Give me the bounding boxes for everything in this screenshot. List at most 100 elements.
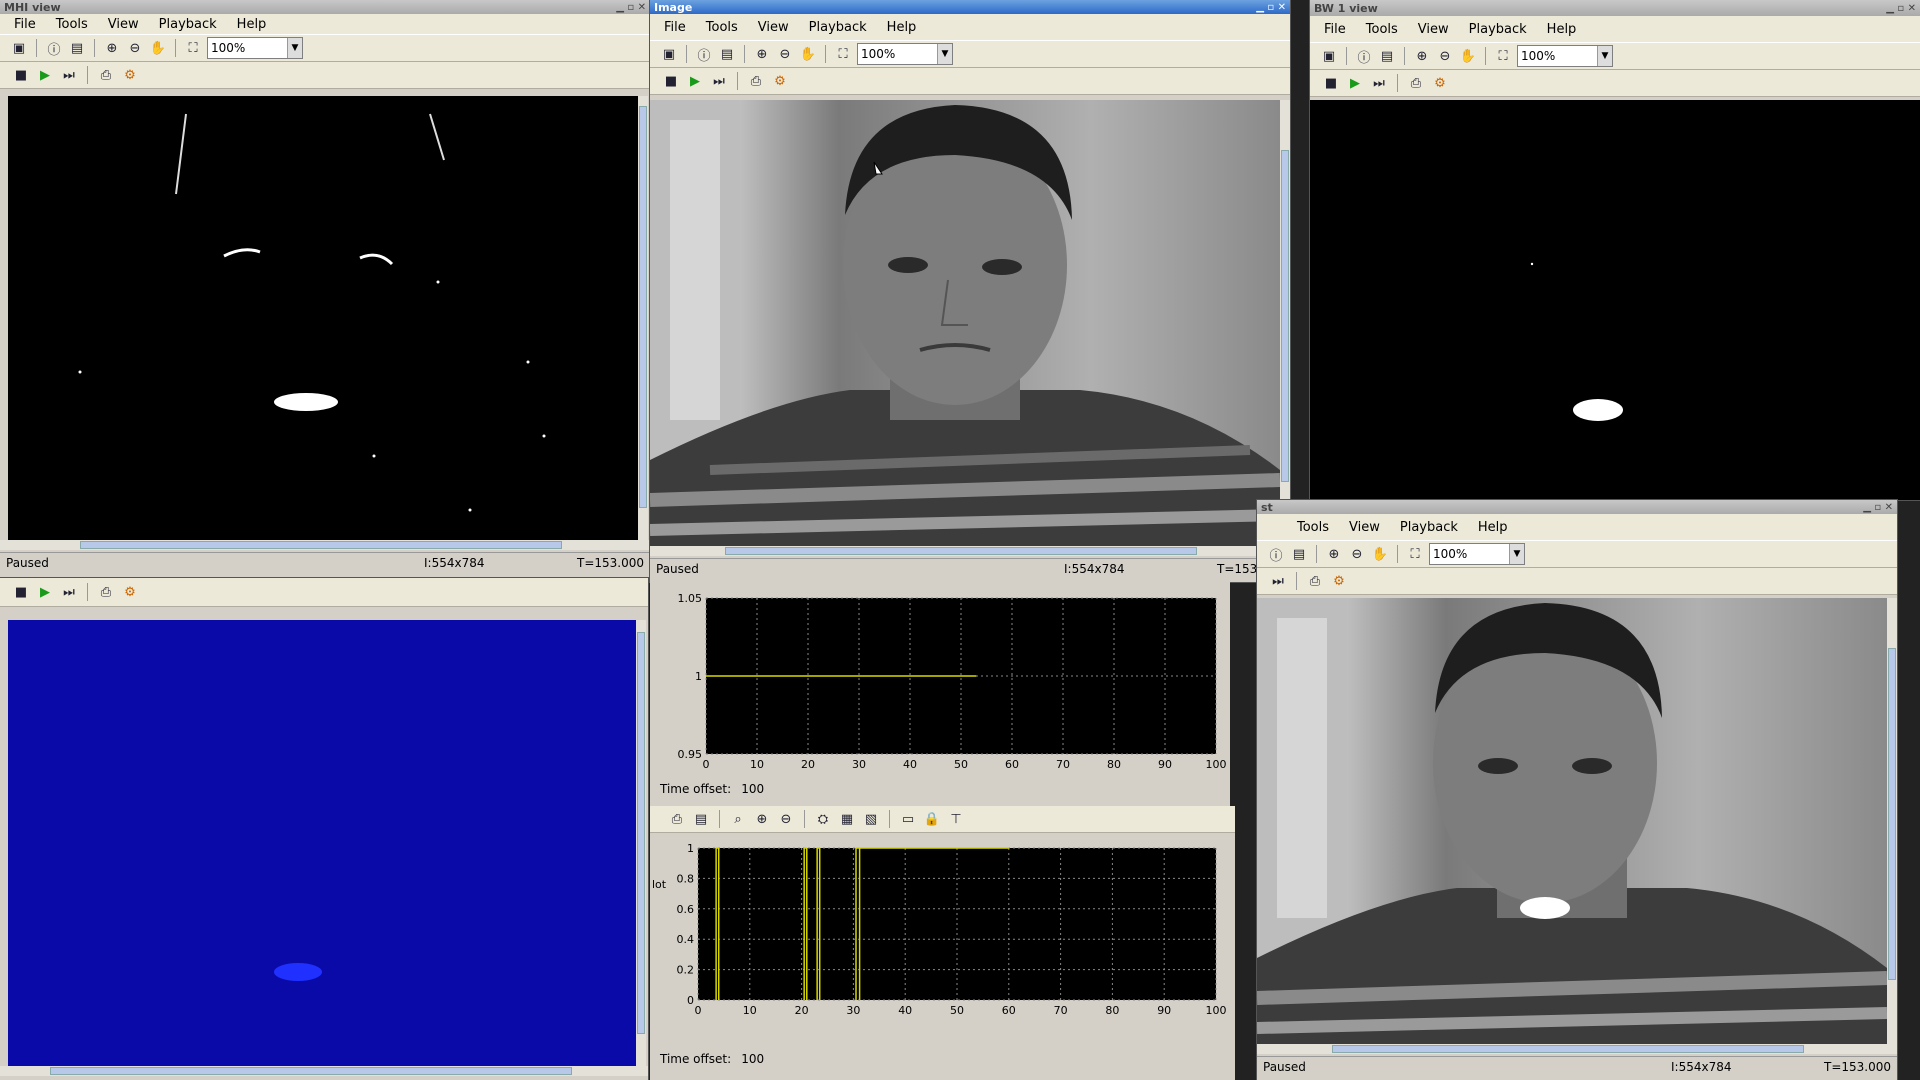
info-icon[interactable]: ⓘ bbox=[45, 39, 63, 58]
parameters-icon[interactable]: ▤ bbox=[692, 810, 710, 828]
info-icon[interactable]: ⓘ bbox=[1267, 545, 1285, 564]
st-horizontal-scrollbar[interactable] bbox=[1257, 1044, 1897, 1054]
window-controls[interactable]: ▁ ▫ ✕ bbox=[1886, 3, 1916, 14]
step-forward-icon[interactable]: ⏭ bbox=[60, 66, 78, 84]
chevron-down-icon[interactable]: ▼ bbox=[937, 44, 952, 64]
stop-icon[interactable]: ■ bbox=[662, 72, 680, 90]
menu-playback[interactable]: Playback bbox=[809, 20, 867, 35]
highlight-block-icon[interactable]: ⚙ bbox=[1330, 572, 1348, 590]
bw-titlebar[interactable]: BW 1 view ▁ ▫ ✕ bbox=[1310, 0, 1920, 16]
st-titlebar[interactable]: st ▁ ▫ ✕ bbox=[1257, 500, 1897, 514]
snapshot-icon[interactable]: ⎙ bbox=[97, 66, 115, 84]
pan-hand-icon[interactable]: ✋ bbox=[1371, 545, 1389, 563]
pan-hand-icon[interactable]: ✋ bbox=[149, 39, 167, 57]
fit-to-window-icon[interactable]: ⛶ bbox=[834, 45, 852, 63]
stop-icon[interactable]: ■ bbox=[12, 66, 30, 84]
pan-hand-icon[interactable]: ✋ bbox=[799, 45, 817, 63]
menu-help[interactable]: Help bbox=[1547, 22, 1577, 37]
fit-to-window-icon[interactable]: ⛶ bbox=[184, 39, 202, 57]
menu-tools[interactable]: Tools bbox=[706, 20, 738, 35]
play-icon[interactable]: ▶ bbox=[36, 66, 54, 84]
snapshot-icon[interactable]: ⎙ bbox=[1407, 74, 1425, 92]
stop-icon[interactable]: ■ bbox=[1322, 74, 1340, 92]
step-forward-icon[interactable]: ⏭ bbox=[60, 583, 78, 601]
menu-view[interactable]: View bbox=[108, 17, 139, 32]
zoom-in-icon[interactable]: ⊕ bbox=[1325, 545, 1343, 563]
step-forward-icon[interactable]: ⏭ bbox=[710, 72, 728, 90]
restore-axes-icon[interactable]: ▧ bbox=[862, 810, 880, 828]
menu-tools[interactable]: Tools bbox=[56, 17, 88, 32]
zoom-dropdown[interactable]: 100% ▼ bbox=[207, 37, 303, 59]
play-icon[interactable]: ▶ bbox=[1346, 74, 1364, 92]
highlight-block-icon[interactable]: ⚙ bbox=[121, 583, 139, 601]
window-controls[interactable]: ▁ ▫ ✕ bbox=[616, 2, 646, 13]
play-icon[interactable]: ▶ bbox=[36, 583, 54, 601]
zoom-in-icon[interactable]: ⊕ bbox=[753, 45, 771, 63]
window-controls[interactable]: ▁ ▫ ✕ bbox=[1863, 502, 1893, 513]
play-icon[interactable]: ▶ bbox=[686, 72, 704, 90]
step-forward-icon[interactable]: ⏭ bbox=[1370, 74, 1388, 92]
menu-view[interactable]: View bbox=[1418, 22, 1449, 37]
menu-help[interactable]: Help bbox=[237, 17, 267, 32]
zoom-x-icon[interactable]: ⊕ bbox=[753, 810, 771, 828]
menu-tools[interactable]: Tools bbox=[1366, 22, 1398, 37]
highlight-block-icon[interactable]: ⚙ bbox=[121, 66, 139, 84]
autoscale-binoculars-icon[interactable]: ⛭ bbox=[814, 810, 832, 828]
zoom-out-icon[interactable]: ⊖ bbox=[126, 39, 144, 57]
scope-1-plot[interactable]: 0 10 20 30 40 50 60 70 80 90 100 0.95 1 1.05 bbox=[650, 582, 1230, 772]
highlight-block-icon[interactable]: ⚙ bbox=[1431, 74, 1449, 92]
new-model-icon[interactable]: ▣ bbox=[660, 45, 678, 63]
signal-selector-icon[interactable]: ⊤ bbox=[947, 810, 965, 828]
blue-vertical-scrollbar[interactable] bbox=[636, 620, 646, 1066]
chevron-down-icon[interactable]: ▼ bbox=[1597, 46, 1612, 66]
print-icon[interactable]: ⎙ bbox=[668, 810, 686, 828]
snapshot-icon[interactable]: ⎙ bbox=[747, 72, 765, 90]
info-icon[interactable]: ⓘ bbox=[1355, 47, 1373, 66]
menu-file[interactable]: File bbox=[14, 17, 36, 32]
properties-icon[interactable]: ▤ bbox=[1378, 47, 1396, 65]
zoom-dropdown[interactable]: 100% ▼ bbox=[1429, 543, 1525, 565]
fit-to-window-icon[interactable]: ⛶ bbox=[1494, 47, 1512, 65]
zoom-in-icon[interactable]: ⊕ bbox=[103, 39, 121, 57]
zoom-in-icon[interactable]: ⊕ bbox=[1413, 47, 1431, 65]
step-forward-icon[interactable]: ⏭ bbox=[1269, 572, 1287, 590]
menu-view[interactable]: View bbox=[1349, 520, 1380, 535]
snapshot-icon[interactable]: ⎙ bbox=[1306, 572, 1324, 590]
zoom-out-icon[interactable]: ⊖ bbox=[1348, 545, 1366, 563]
mhi-horizontal-scrollbar[interactable] bbox=[0, 540, 650, 550]
chevron-down-icon[interactable]: ▼ bbox=[1509, 544, 1524, 564]
menu-help[interactable]: Help bbox=[887, 20, 917, 35]
menu-tools[interactable]: Tools bbox=[1297, 520, 1329, 535]
floating-scope-icon[interactable]: ▭ bbox=[899, 810, 917, 828]
menu-file[interactable]: File bbox=[664, 20, 686, 35]
scope-2-plot[interactable]: 0 10 20 30 40 50 60 70 80 90 100 0 0.2 0.4 0.6 0.8 1 bbox=[650, 834, 1235, 1044]
new-model-icon[interactable]: ▣ bbox=[1320, 47, 1338, 65]
st-vertical-scrollbar[interactable] bbox=[1887, 598, 1897, 1044]
pan-hand-icon[interactable]: ✋ bbox=[1459, 47, 1477, 65]
zoom-y-icon[interactable]: ⊖ bbox=[777, 810, 795, 828]
menu-playback[interactable]: Playback bbox=[159, 17, 217, 32]
properties-icon[interactable]: ▤ bbox=[1290, 545, 1308, 563]
new-model-icon[interactable]: ▣ bbox=[10, 39, 28, 57]
stop-icon[interactable]: ■ bbox=[12, 583, 30, 601]
image-vertical-scrollbar[interactable] bbox=[1280, 100, 1290, 546]
zoom-icon[interactable]: ⌕ bbox=[729, 810, 747, 828]
image-titlebar[interactable]: Image ▁ ▫ ✕ bbox=[650, 0, 1290, 14]
camera-image-viewport[interactable] bbox=[650, 100, 1280, 546]
mhi-titlebar[interactable]: MHI view ▁ ▫ ✕ bbox=[0, 0, 650, 14]
mhi-vertical-scrollbar[interactable] bbox=[638, 96, 648, 540]
image-horizontal-scrollbar[interactable] bbox=[650, 546, 1290, 556]
fit-to-window-icon[interactable]: ⛶ bbox=[1406, 545, 1424, 563]
menu-playback[interactable]: Playback bbox=[1469, 22, 1527, 37]
properties-icon[interactable]: ▤ bbox=[68, 39, 86, 57]
menu-view[interactable]: View bbox=[758, 20, 789, 35]
st-image-viewport[interactable] bbox=[1257, 598, 1887, 1044]
properties-icon[interactable]: ▤ bbox=[718, 45, 736, 63]
blue-horizontal-scrollbar[interactable] bbox=[0, 1066, 648, 1076]
bw-image-viewport[interactable] bbox=[1310, 100, 1920, 500]
zoom-out-icon[interactable]: ⊖ bbox=[776, 45, 794, 63]
save-axes-icon[interactable]: ▦ bbox=[838, 810, 856, 828]
window-controls[interactable]: ▁ ▫ ✕ bbox=[1256, 2, 1286, 13]
highlight-block-icon[interactable]: ⚙ bbox=[771, 72, 789, 90]
mhi-image-viewport[interactable] bbox=[8, 96, 638, 540]
